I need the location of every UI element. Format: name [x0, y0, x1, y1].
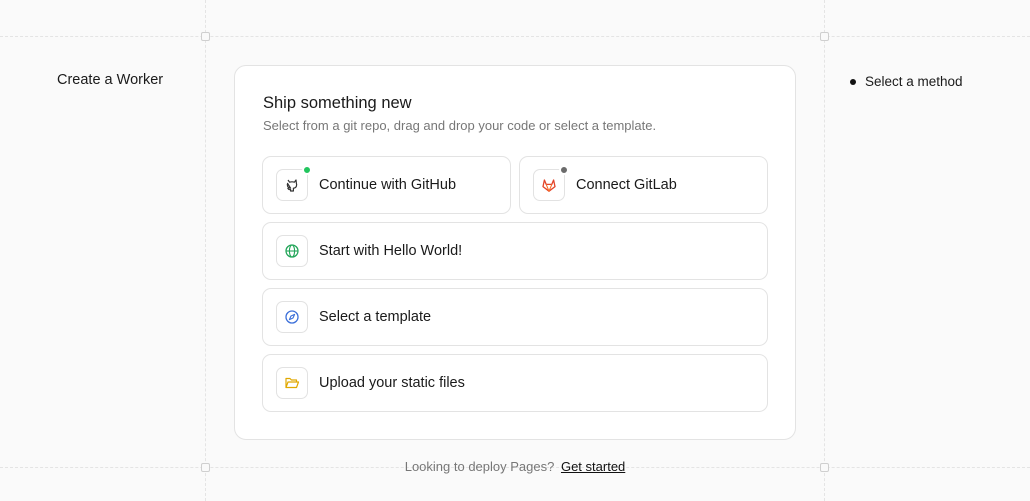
- continue-with-github-button[interactable]: Continue with GitHub: [262, 156, 511, 214]
- corner-marker: [201, 32, 210, 41]
- hello-world-label: Start with Hello World!: [319, 243, 463, 259]
- folder-open-icon: [276, 367, 308, 399]
- gitlab-label: Connect GitLab: [576, 177, 677, 193]
- corner-marker: [820, 32, 829, 41]
- compass-icon: [276, 301, 308, 333]
- footer-prompt: Looking to deploy Pages?: [404, 459, 555, 474]
- get-started-link[interactable]: Get started: [561, 459, 625, 474]
- page-title: Create a Worker: [57, 72, 164, 88]
- connection-status-dot: [559, 165, 569, 175]
- step-label: Select a method: [865, 74, 963, 89]
- guide-line: [0, 36, 1030, 37]
- step-dot-icon: [850, 78, 856, 85]
- select-template-button[interactable]: Select a template: [262, 288, 768, 346]
- guide-line: [205, 0, 206, 501]
- upload-label: Upload your static files: [319, 375, 465, 391]
- connection-status-dot: [302, 165, 312, 175]
- step-indicator: Select a method: [850, 74, 963, 89]
- method-card: Ship something new Select from a git rep…: [234, 65, 796, 440]
- gitlab-icon: [533, 165, 569, 201]
- connect-gitlab-button[interactable]: Connect GitLab: [519, 156, 768, 214]
- template-label: Select a template: [319, 309, 432, 325]
- hello-world-button[interactable]: Start with Hello World!: [262, 222, 768, 280]
- footer: Looking to deploy Pages? Get started: [0, 459, 1030, 474]
- github-icon: [276, 165, 312, 201]
- card-subtitle: Select from a git repo, drag and drop yo…: [263, 118, 657, 133]
- guide-line: [824, 0, 825, 501]
- upload-static-files-button[interactable]: Upload your static files: [262, 354, 768, 412]
- github-label: Continue with GitHub: [319, 177, 457, 193]
- card-title: Ship something new: [263, 94, 412, 112]
- globe-icon: [276, 235, 308, 267]
